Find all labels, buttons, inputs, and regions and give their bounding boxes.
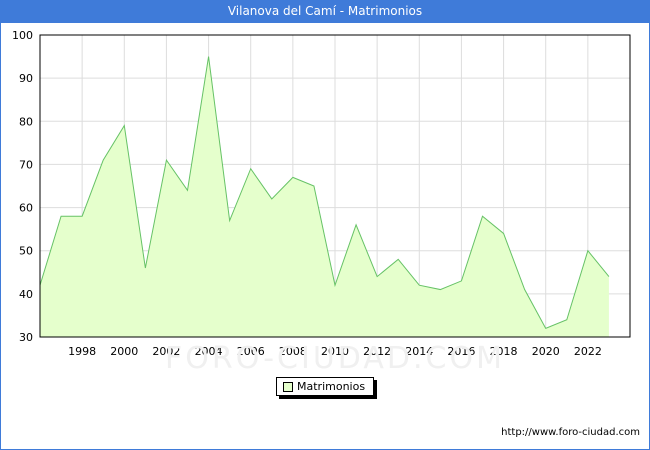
data-point [81, 215, 83, 217]
data-point [186, 189, 188, 191]
data-point [207, 55, 209, 57]
data-point [566, 319, 568, 321]
data-point [587, 250, 589, 252]
data-point [355, 224, 357, 226]
y-tick-label: 30 [19, 331, 33, 344]
data-point [228, 219, 230, 221]
legend-label: Matrimonios [297, 380, 366, 393]
legend: Matrimonios [276, 377, 374, 396]
x-tick-label: 2020 [532, 345, 560, 358]
data-point [523, 288, 525, 290]
data-point [102, 159, 104, 161]
data-point [439, 288, 441, 290]
data-point [334, 284, 336, 286]
x-tick-label: 2022 [574, 345, 602, 358]
y-tick-label: 80 [19, 115, 33, 128]
data-point [418, 284, 420, 286]
data-point [608, 275, 610, 277]
data-point [376, 275, 378, 277]
y-tick-label: 50 [19, 245, 33, 258]
data-point [545, 327, 547, 329]
data-point [271, 198, 273, 200]
y-tick-label: 100 [12, 29, 33, 42]
watermark: FORO-CIUDAD.COM [165, 341, 505, 376]
data-point [292, 176, 294, 178]
data-point [60, 215, 62, 217]
data-point [397, 258, 399, 260]
data-point [165, 159, 167, 161]
x-tick-label: 1998 [68, 345, 96, 358]
data-point [123, 124, 125, 126]
y-tick-label: 40 [19, 288, 33, 301]
data-point [313, 185, 315, 187]
data-point [502, 232, 504, 234]
x-tick-label: 2000 [110, 345, 138, 358]
y-tick-label: 70 [19, 158, 33, 171]
data-point [481, 215, 483, 217]
source-url: http://www.foro-ciudad.com [501, 427, 640, 438]
y-tick-label: 60 [19, 202, 33, 215]
legend-swatch [283, 382, 293, 392]
data-point [250, 168, 252, 170]
data-point [460, 280, 462, 282]
y-tick-label: 90 [19, 72, 33, 85]
data-point [144, 267, 146, 269]
